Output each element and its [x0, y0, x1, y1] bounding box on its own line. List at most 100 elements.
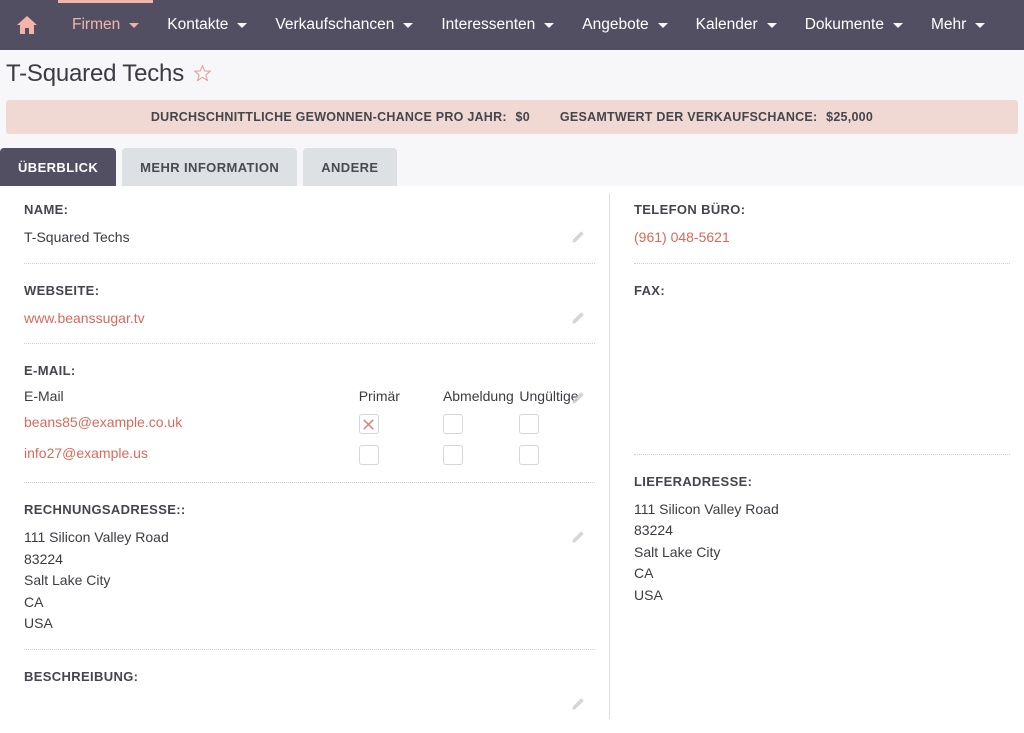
email-primary-cell [358, 445, 443, 476]
column-header-email: E-Mail [24, 388, 64, 404]
address-line: 111 Silicon Valley Road [24, 529, 169, 545]
pencil-icon[interactable] [571, 697, 585, 716]
stat-label: GESAMTWERT DER VERKAUFSCHANCE: [559, 110, 818, 124]
stat-total-opportunity-value: GESAMTWERT DER VERKAUFSCHANCE: $25,000 [560, 110, 873, 124]
stat-value: $0 [515, 110, 530, 124]
nav-item-firmen[interactable]: Firmen [58, 0, 153, 50]
pencil-icon[interactable] [571, 230, 585, 249]
pencil-icon[interactable] [571, 530, 585, 549]
checkbox-opt-out[interactable] [442, 445, 463, 465]
field-label: WEBSEITE: [24, 282, 100, 298]
home-icon[interactable] [10, 0, 44, 50]
tab-label: ANDERE [321, 159, 379, 175]
field-name: NAME: T-Squared Techs [24, 194, 595, 264]
main-navigation-bar: Firmen Kontakte Verkaufschancen Interess… [0, 0, 1024, 50]
summary-banner: DURCHSCHNITTLICHE GEWONNEN-CHANCE PRO JA… [6, 100, 1018, 134]
field-label: RECHNUNGSADRESSE:: [24, 502, 186, 517]
column-header-optout: Abmeldung [442, 388, 514, 404]
chevron-down-icon [544, 22, 555, 28]
chevron-down-icon [766, 22, 777, 28]
nav-item-label: Dokumente [804, 16, 884, 33]
table-row: beans85@example.co.uk [24, 414, 595, 445]
chevron-down-icon [129, 22, 140, 28]
nav-item-kontakte[interactable]: Kontakte [153, 0, 261, 50]
checkbox-invalid[interactable] [519, 445, 540, 465]
field-description: BESCHREIBUNG: [24, 661, 595, 733]
field-office-phone: TELEFON BÜRO: (961) 048-5621 [634, 194, 1010, 264]
email-address-link[interactable]: info27@example.us [24, 445, 359, 476]
nav-item-label: Verkaufschancen [275, 16, 395, 33]
field-label: NAME: [24, 202, 69, 217]
nav-item-mehr[interactable]: Mehr [917, 0, 999, 50]
stat-label: DURCHSCHNITTLICHE GEWONNEN-CHANCE PRO JA… [150, 110, 507, 124]
nav-item-dokumente[interactable]: Dokumente [791, 0, 917, 50]
chevron-down-icon [237, 22, 248, 28]
address-line: 111 Silicon Valley Road [634, 500, 779, 517]
checkbox-opt-out[interactable] [442, 414, 463, 434]
field-value-fax [634, 308, 1010, 448]
nav-item-label: Mehr [930, 16, 967, 33]
field-shipping-address: LIEFERADRESSE: 111 Silicon Valley Road 8… [634, 466, 1010, 621]
address-line: 83224 [24, 550, 63, 567]
star-outline-icon[interactable] [193, 64, 212, 83]
record-tab-bar: ÜBERBLICK MEHR INFORMATION ANDERE [0, 140, 1024, 186]
table-row: info27@example.us [24, 445, 595, 476]
field-label: E-MAIL: [24, 363, 76, 378]
summary-banner-container: DURCHSCHNITTLICHE GEWONNEN-CHANCE PRO JA… [0, 97, 1024, 140]
address-line: 83224 [634, 522, 673, 538]
tab-label: ÜBERBLICK [18, 159, 99, 175]
checkbox-invalid[interactable] [519, 414, 540, 434]
email-invalid-cell [519, 445, 595, 476]
nav-item-kalender[interactable]: Kalender [682, 0, 791, 50]
tab-andere[interactable]: ANDERE [303, 148, 397, 186]
field-value-website[interactable]: www.beanssugar.tv [24, 308, 595, 338]
nav-item-angebote[interactable]: Angebote [568, 0, 681, 50]
email-optout-cell [442, 445, 519, 476]
field-label: TELEFON BÜRO: [634, 202, 746, 217]
field-label: LIEFERADRESSE: [634, 473, 753, 489]
pencil-icon[interactable] [571, 391, 585, 410]
nav-item-label: Angebote [582, 16, 649, 33]
chevron-down-icon [975, 22, 986, 28]
address-line: USA [634, 586, 663, 603]
stat-avg-won-opportunity: DURCHSCHNITTLICHE GEWONNEN-CHANCE PRO JA… [151, 110, 530, 124]
detail-right-column: TELEFON BÜRO: (961) 048-5621 FAX: LIEFER… [610, 194, 1024, 719]
nav-item-label: Firmen [72, 16, 121, 33]
record-header: T-Squared Techs [0, 50, 1024, 97]
billing-address-value: 111 Silicon Valley Road 83224 Salt Lake … [24, 527, 595, 643]
address-line: Salt Lake City [24, 572, 111, 588]
field-label: FAX: [634, 282, 666, 298]
nav-item-verkaufschancen[interactable]: Verkaufschancen [261, 0, 427, 50]
detail-left-column: NAME: T-Squared Techs WEBSEITE: www.bean… [0, 194, 610, 719]
email-optout-cell [442, 414, 519, 445]
field-email: E-MAIL: E-Mail Primär Abmeldung Ungültig… [24, 355, 595, 483]
tab-mehr-information[interactable]: MEHR INFORMATION [122, 148, 298, 186]
pencil-icon[interactable] [571, 311, 585, 330]
record-detail-panel: NAME: T-Squared Techs WEBSEITE: www.bean… [0, 186, 1024, 719]
address-line: CA [634, 565, 654, 581]
field-fax: FAX: [634, 275, 1010, 455]
field-label: BESCHREIBUNG: [24, 668, 139, 684]
field-billing-address: RECHNUNGSADRESSE:: 111 Silicon Valley Ro… [24, 494, 595, 650]
email-address-link[interactable]: beans85@example.co.uk [24, 414, 359, 445]
email-table: E-Mail Primär Abmeldung Ungültige beans8… [24, 388, 595, 476]
chevron-down-icon [657, 22, 668, 28]
tab-uberblick[interactable]: ÜBERBLICK [0, 148, 117, 186]
address-line: CA [24, 593, 44, 610]
chevron-down-icon [403, 22, 414, 28]
tab-label: MEHR INFORMATION [140, 159, 280, 175]
email-invalid-cell [519, 414, 595, 445]
field-value-office-phone[interactable]: (961) 048-5621 [634, 227, 1010, 257]
nav-item-label: Interessenten [441, 16, 536, 33]
shipping-address-value: 111 Silicon Valley Road 83224 Salt Lake … [634, 499, 1010, 615]
nav-item-interessenten[interactable]: Interessenten [427, 0, 568, 50]
address-line: Salt Lake City [634, 543, 721, 560]
checkbox-primary[interactable] [358, 414, 379, 434]
column-header-primary: Primär [358, 388, 400, 404]
field-value-name: T-Squared Techs [24, 229, 130, 245]
address-line: USA [24, 615, 53, 631]
checkbox-primary[interactable] [358, 445, 379, 465]
field-website: WEBSEITE: www.beanssugar.tv [24, 275, 595, 344]
chevron-down-icon [892, 22, 903, 28]
email-primary-cell [358, 414, 443, 445]
